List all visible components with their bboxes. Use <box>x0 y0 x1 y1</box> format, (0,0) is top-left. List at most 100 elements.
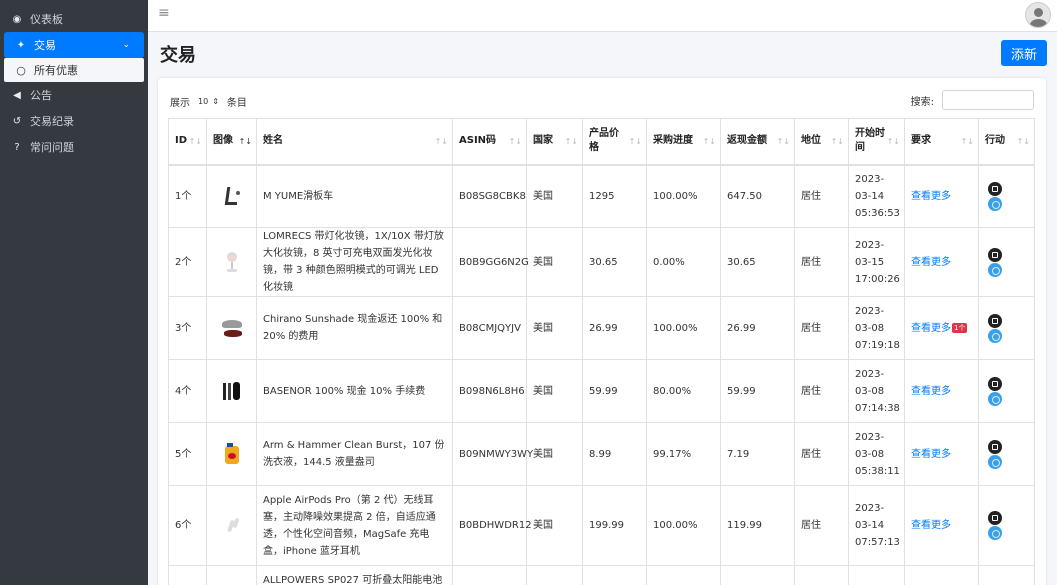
view-more-link[interactable]: 查看更多 <box>911 191 951 202</box>
col-cashback[interactable]: 返现金额 ↑↓ <box>720 118 795 166</box>
cell-country: 美国 <box>526 422 583 486</box>
view-more-link[interactable]: 查看更多 <box>911 449 951 460</box>
cell-asin: B0B9GG6N2G <box>452 227 529 297</box>
col-asin[interactable]: ASIN码 ↑↓ <box>452 118 527 166</box>
mirror-image <box>221 251 243 273</box>
cell-price: 26.99 <box>582 296 647 360</box>
cell-status <box>794 565 849 585</box>
col-label: 要求 <box>911 135 931 147</box>
question-icon: ? <box>14 141 20 153</box>
cell-status: 居住 <box>794 422 849 486</box>
cell-image <box>206 565 257 585</box>
view-more-link[interactable]: 查看更多 <box>911 323 951 334</box>
sidebar-item-announcements[interactable]: ◀ 公告 <box>0 82 148 108</box>
cell-action <box>978 565 1035 585</box>
edit-icon[interactable] <box>988 526 1002 540</box>
cell-price <box>582 565 647 585</box>
col-start-time[interactable]: 开始时间 ↑↓ <box>848 118 905 166</box>
stop-icon[interactable] <box>988 247 1002 262</box>
edit-icon[interactable] <box>988 454 1002 469</box>
page-length-control: 展示 10 ⇕ 条目 <box>170 93 247 109</box>
sidebar-item-faq[interactable]: ? 常问问题 <box>0 134 148 160</box>
stop-icon[interactable] <box>988 313 1002 328</box>
stop-icon[interactable] <box>988 376 1002 391</box>
cell-start-time: 2023-03-08 07:19:18 <box>848 296 905 360</box>
cell-progress: 100.00% <box>646 485 721 566</box>
cell-country: 美国 <box>526 359 583 423</box>
col-id[interactable]: ID ↑↓ <box>168 118 207 166</box>
sidebar-item-all-deals[interactable]: ○ 所有优惠 <box>4 58 144 82</box>
col-request[interactable]: 要求 ↑↓ <box>904 118 979 166</box>
cell-start-time: 2023-03-14 05:36:53 <box>848 164 905 228</box>
cell-start-time <box>848 565 905 585</box>
page-length-select[interactable]: 10 ⇕ <box>194 93 223 109</box>
menu-icon[interactable]: ≡ <box>158 5 170 21</box>
cell-name: BASENOR 100% 现金 10% 手续费 <box>256 359 453 423</box>
cell-progress: 80.00% <box>646 359 721 423</box>
chevron-down-icon[interactable]: ⌄ <box>122 40 130 50</box>
deals-card: 展示 10 ⇕ 条目 搜索: ID ↑↓ 图像 ↑↓ 姓名 ↑↓ ASIN码 ↑↓ 国家… <box>158 78 1046 585</box>
cell-id: 6个 <box>168 485 207 566</box>
cell-status: 居住 <box>794 296 849 360</box>
table-row: 6个 Apple AirPods Pro（第 2 代）无线耳塞，主动降噪效果提高… <box>168 485 1035 566</box>
edit-icon[interactable] <box>988 328 1002 343</box>
col-action[interactable]: 行动 ↑↓ <box>978 118 1035 166</box>
request-count-badge: 1个 <box>952 322 968 333</box>
col-label: 国家 <box>533 135 553 147</box>
col-progress[interactable]: 采购进度 ↑↓ <box>646 118 721 166</box>
wiper-image <box>221 380 243 402</box>
cell-id: 5个 <box>168 422 207 486</box>
add-button[interactable]: 添新 <box>1001 40 1047 66</box>
search-control: 搜索: <box>911 90 1034 110</box>
sidebar-item-label: 常问问题 <box>30 141 74 154</box>
cell-id: 1个 <box>168 164 207 228</box>
sort-icon: ↑↓ <box>886 137 900 147</box>
cell-image <box>206 422 257 486</box>
search-input[interactable] <box>942 90 1034 110</box>
cell-name: LOMRECS 带灯化妆镜，1X/10X 带灯放大化妆镜，8 英寸可充电双面发光… <box>256 227 453 297</box>
page-title: 交易 <box>160 45 196 66</box>
dashboard-icon: ◉ <box>12 13 22 25</box>
history-icon: ↺ <box>12 115 22 127</box>
chevron-updown-icon: ⇕ <box>212 96 219 106</box>
sort-icon: ↑↓ <box>188 137 202 147</box>
col-image[interactable]: 图像 ↑↓ <box>206 118 257 166</box>
cell-cashback <box>720 565 795 585</box>
cell-action <box>978 164 1035 228</box>
col-name[interactable]: 姓名 ↑↓ <box>256 118 453 166</box>
sidebar-item-dashboard[interactable]: ◉ 仪表板 <box>0 6 148 32</box>
col-label: 产品价格 <box>589 128 619 154</box>
cell-request: 查看更多 <box>904 227 979 297</box>
cell-price: 59.99 <box>582 359 647 423</box>
cell-request: 查看更多 1个 <box>904 296 979 360</box>
edit-icon[interactable] <box>988 391 1002 406</box>
table-row: 3个 Chirano Sunshade 现金返还 100% 和 20% 的费用 … <box>168 296 1035 360</box>
table-row: 5个 Arm & Hammer Clean Burst，107 份洗衣液，144… <box>168 422 1035 486</box>
sort-icon: ↑↓ <box>1016 137 1030 147</box>
col-country[interactable]: 国家 ↑↓ <box>526 118 583 166</box>
show-label: 展示 <box>170 97 190 109</box>
cell-country: 美国 <box>526 164 583 228</box>
edit-icon[interactable] <box>988 262 1002 277</box>
cell-image <box>206 164 257 228</box>
sort-icon: ↑↓ <box>628 137 642 147</box>
view-more-link[interactable]: 查看更多 <box>911 520 951 531</box>
edit-icon[interactable] <box>988 196 1002 211</box>
stop-icon[interactable] <box>988 439 1002 454</box>
stop-icon[interactable] <box>988 181 1002 196</box>
view-more-link[interactable]: 查看更多 <box>911 386 951 397</box>
cell-action <box>978 485 1035 566</box>
table-row: 2个 LOMRECS 带灯化妆镜，1X/10X 带灯放大化妆镜，8 英寸可充电双… <box>168 227 1035 297</box>
cell-country: 美国 <box>526 296 583 360</box>
col-price[interactable]: 产品价格 ↑↓ <box>582 118 647 166</box>
cell-progress: 100.00% <box>646 164 721 228</box>
cell-image <box>206 296 257 360</box>
sidebar-item-history[interactable]: ↺ 交易纪录 <box>0 108 148 134</box>
scooter-image <box>221 185 243 207</box>
cell-status: 居住 <box>794 164 849 228</box>
sidebar-item-deals[interactable]: ✦ 交易 ⌄ <box>4 32 144 58</box>
avatar[interactable] <box>1025 2 1051 28</box>
view-more-link[interactable]: 查看更多 <box>911 257 951 268</box>
col-status[interactable]: 地位 ↑↓ <box>794 118 849 166</box>
stop-icon[interactable] <box>988 511 1002 525</box>
